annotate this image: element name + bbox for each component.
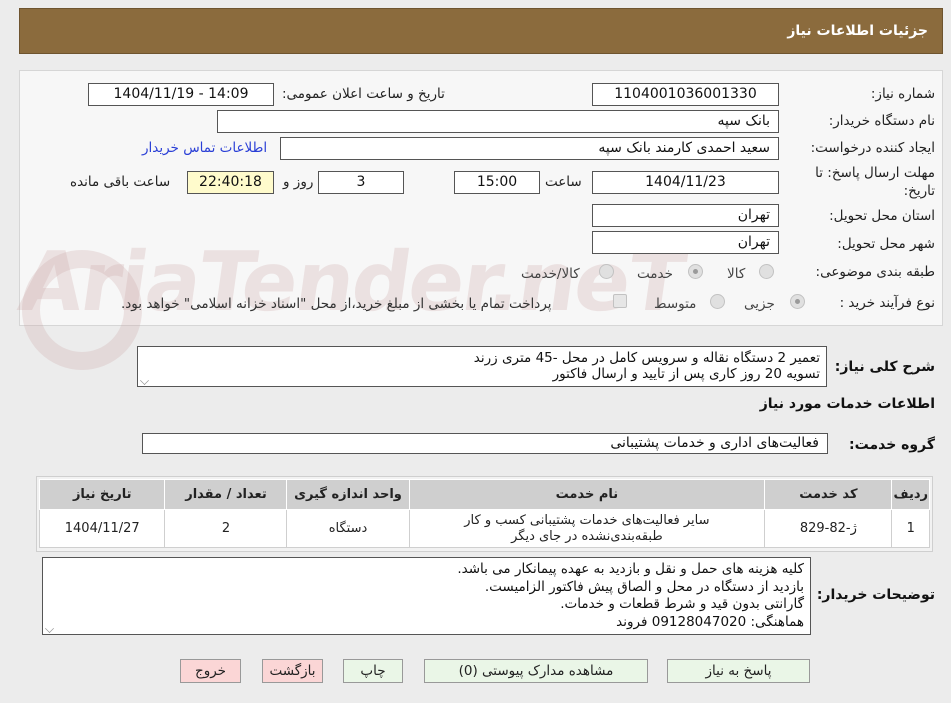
col-qty: تعداد / مقدار — [164, 479, 288, 510]
need-number-field: 1104001036001330 — [592, 83, 779, 106]
process-label: نوع فرآیند خرید : — [839, 295, 935, 311]
description-textarea[interactable]: تعمیر 2 دستگاه نقاله و سرویس کامل در محل… — [137, 346, 827, 387]
deadline-time-field: 15:00 — [454, 171, 540, 194]
services-table-wrapper: ردیف کد خدمت نام خدمت واحد اندازه گیری ت… — [36, 476, 933, 552]
treasury-checkbox[interactable] — [613, 294, 627, 308]
buyer-notes-line-4: هماهنگی: 09128047020 فروند — [616, 613, 804, 630]
process-radio-minor[interactable] — [790, 294, 805, 309]
watermark: AriaTender.neT — [13, 235, 690, 330]
description-line-1: تعمیر 2 دستگاه نقاله و سرویس کامل در محل… — [473, 350, 820, 366]
cell-name: سایر فعالیت‌های خدمات پشتیبانی کسب و کار… — [408, 509, 766, 548]
cell-row: 1 — [891, 509, 930, 548]
province-field: تهران — [592, 204, 779, 227]
description-line-2: تسویه 20 روز کاری پس از تایید و ارسال فا… — [552, 366, 820, 382]
buyer-org-field: بانک سپه — [217, 110, 779, 133]
table-row: 1 ژ-82-829 سایر فعالیت‌های خدمات پشتیبان… — [38, 509, 930, 548]
deadline-time-label: ساعت — [545, 174, 582, 190]
deadline-date-field: 1404/11/23 — [592, 171, 779, 194]
category-radio-service[interactable] — [688, 264, 703, 279]
category-label: طبقه بندی موضوعی: — [815, 264, 935, 280]
description-label: شرح کلی نیاز: — [834, 359, 935, 375]
buyer-notes-line-2: بازدید از دستگاه در محل و الصاق پیش فاکت… — [484, 578, 804, 595]
city-label: شهر محل تحویل: — [837, 236, 935, 252]
back-button[interactable]: بازگشت — [262, 659, 323, 683]
province-label: استان محل تحویل: — [829, 208, 935, 224]
page-header: جزئیات اطلاعات نیاز — [19, 8, 943, 54]
process-radio-medium[interactable] — [710, 294, 725, 309]
creator-field: سعید احمدی کارمند بانک سپه — [280, 137, 779, 160]
col-date: تاریخ نیاز — [38, 479, 166, 510]
category-option-service: خدمت — [637, 266, 673, 282]
days-label: روز و — [283, 174, 314, 190]
category-option-goods-service: کالا/خدمت — [521, 266, 580, 282]
attachments-button[interactable]: مشاهده مدارک پیوستی (0) — [424, 659, 648, 683]
buyer-notes-line-1: کلیه هزینه های حمل و نقل و بازدید به عهد… — [457, 561, 804, 577]
remaining-time-field: 22:40:18 — [187, 171, 274, 194]
buyer-org-label: نام دستگاه خریدار: — [828, 113, 935, 129]
category-radio-goods-service[interactable] — [599, 264, 614, 279]
col-unit: واحد اندازه گیری — [286, 479, 410, 510]
buyer-notes-line-3: گارانتی بدون قید و شرط قطعات و خدمات. — [560, 596, 804, 612]
col-name: نام خدمت — [408, 479, 766, 510]
announce-field: 1404/11/19 - 14:09 — [88, 83, 274, 106]
exit-button[interactable]: خروج — [180, 659, 241, 683]
cell-name-line-1: سایر فعالیت‌های خدمات پشتیبانی کسب و کار — [464, 512, 710, 528]
creator-label: ایجاد کننده درخواست: — [810, 140, 935, 156]
services-table: ردیف کد خدمت نام خدمت واحد اندازه گیری ت… — [38, 479, 930, 548]
category-option-goods: کالا — [727, 266, 746, 282]
col-row: ردیف — [891, 479, 930, 510]
col-code: کد خدمت — [764, 479, 893, 510]
cell-date: 1404/11/27 — [38, 509, 166, 548]
process-option-medium: متوسط — [654, 296, 697, 312]
service-group-field: فعالیت‌های اداری و خدمات پشتیبانی — [142, 433, 828, 454]
print-button[interactable]: چاپ — [343, 659, 403, 683]
page-title: جزئیات اطلاعات نیاز — [787, 23, 928, 39]
remaining-time-label: ساعت باقی مانده — [70, 174, 171, 190]
reply-button[interactable]: پاسخ به نیاز — [667, 659, 810, 683]
cell-name-line-2: طبقه‌بندی‌نشده در جای دیگر — [511, 528, 663, 544]
service-group-label: گروه خدمت: — [849, 437, 935, 453]
contact-buyer-link[interactable]: اطلاعات تماس خریدار — [142, 140, 267, 156]
deadline-label-date: تاریخ: — [903, 183, 935, 199]
announce-label: تاریخ و ساعت اعلان عمومی: — [282, 86, 445, 102]
services-section-title: اطلاعات خدمات مورد نیاز — [759, 396, 935, 412]
deadline-label: مهلت ارسال پاسخ: تا — [815, 165, 935, 181]
need-number-label: شماره نیاز: — [870, 86, 935, 102]
city-field: تهران — [592, 231, 779, 254]
cell-qty: 2 — [164, 509, 288, 548]
cell-code: ژ-82-829 — [764, 509, 893, 548]
payment-note: پرداخت تمام یا بخشی از مبلغ خرید،از محل … — [121, 296, 552, 312]
category-radio-goods[interactable] — [759, 264, 774, 279]
buyer-notes-textarea[interactable]: کلیه هزینه های حمل و نقل و بازدید به عهد… — [42, 557, 811, 635]
process-option-minor: جزیی — [744, 296, 775, 312]
cell-unit: دستگاه — [286, 509, 410, 548]
buyer-notes-label: توضیحات خریدار: — [816, 587, 935, 603]
days-field: 3 — [318, 171, 404, 194]
